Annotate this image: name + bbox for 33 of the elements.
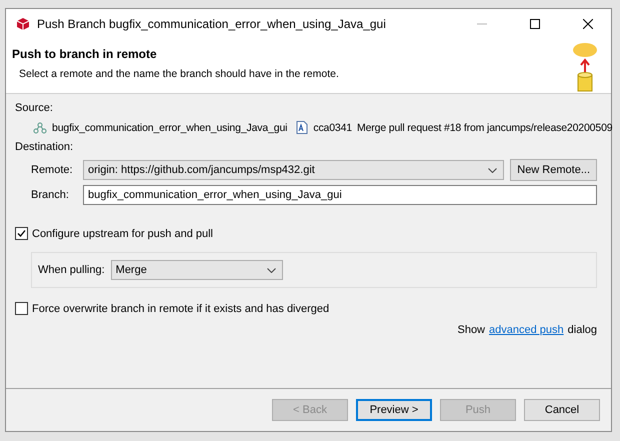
show-text: Show — [457, 324, 486, 336]
pull-mode-dropdown[interactable]: Merge — [110, 260, 283, 280]
wizard-button[interactable]: Preview > — [356, 399, 432, 421]
configure-upstream-label: Configure upstream for push and pull — [32, 228, 213, 240]
branch-name: bugfix_communication_error_when_using_Java_gui — [52, 122, 288, 134]
checkbox[interactable] — [15, 227, 28, 240]
window-title: Push Branch bugfix_communication_error_when_using_Java_gui — [37, 17, 387, 31]
document-icon — [296, 121, 308, 134]
force-overwrite-label: Force overwrite branch in remote if it exists and has diverged — [32, 302, 330, 314]
branch-label: Branch: — [31, 189, 70, 201]
dropdown-caret-icon — [266, 268, 276, 272]
remote-dropdown[interactable]: origin: https://github.com/jancumps/msp432.git — [83, 160, 504, 180]
dropdown-caret-icon — [488, 168, 498, 172]
wizard-button[interactable]: Cancel — [524, 399, 600, 421]
destination-label: Destination: — [15, 141, 74, 153]
when-pulling-label: When pulling: — [38, 264, 105, 276]
commit-message: Merge pull request #18 from jancumps/release20200509 — [357, 122, 612, 134]
new-remote-button[interactable]: New Remote... — [510, 159, 597, 181]
close-icon — [583, 19, 593, 29]
dialog-text: dialog — [568, 324, 597, 336]
remote-label: Remote: — [31, 164, 74, 176]
source-label: Source: — [15, 102, 54, 114]
branch-icon — [33, 122, 47, 134]
minimize-icon — [477, 23, 487, 25]
maximize-icon — [530, 19, 540, 29]
cloud-upload-drawing — [571, 41, 599, 93]
cube-icon — [16, 17, 30, 31]
commit-id: cca0341 — [313, 122, 352, 134]
advanced-push-link[interactable]: advanced push — [489, 324, 564, 336]
page-title: Push to branch in remote — [12, 47, 158, 61]
branch-input[interactable]: bugfix_communication_error_when_using_Java_gui — [83, 185, 597, 205]
checkbox[interactable] — [15, 302, 28, 315]
page-description: Select a remote and the name the branch should have in the remote. — [18, 68, 339, 80]
